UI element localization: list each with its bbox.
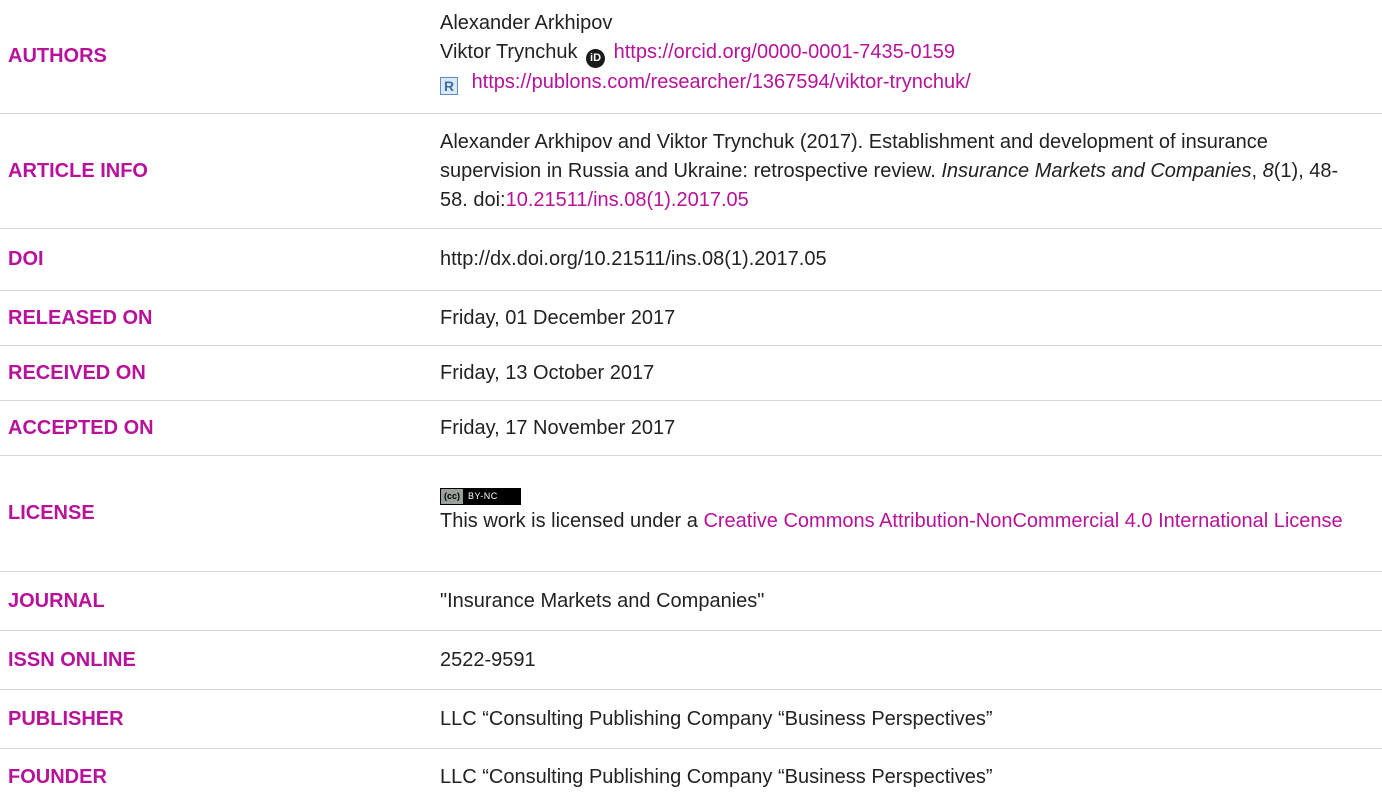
founder-row: FOUNDER LLC “Consulting Publishing Compa… xyxy=(0,749,1382,805)
publons-icon[interactable]: R xyxy=(440,76,458,95)
citation-volume: 8 xyxy=(1262,159,1274,182)
license-value: (cc) BY-NC This work is licensed under a… xyxy=(440,488,1382,535)
released-value: Friday, 01 December 2017 xyxy=(440,306,676,329)
founder-value: LLC “Consulting Publishing Company “Busi… xyxy=(440,765,993,788)
license-intro: This work is licensed under a xyxy=(440,510,704,533)
released-row: RELEASED ON Friday, 01 December 2017 xyxy=(0,291,1382,346)
citation-text: Alexander Arkhipov and Viktor Trynchuk (… xyxy=(440,128,1382,215)
authors-value: Alexander Arkhipov Viktor Trynchuk iD ht… xyxy=(440,9,1382,97)
journal-row: JOURNAL "Insurance Markets and Companies… xyxy=(0,572,1382,631)
license-label: LICENSE xyxy=(8,502,95,524)
cc-badge-text: BY-NC xyxy=(463,489,520,505)
cc-logo-icon: (cc) xyxy=(441,489,464,505)
issn-label: ISSN ONLINE xyxy=(8,648,136,671)
accepted-row: ACCEPTED ON Friday, 17 November 2017 xyxy=(0,401,1382,456)
doi-link[interactable]: 10.21511/ins.08(1).2017.05 xyxy=(506,189,749,211)
publisher-row: PUBLISHER LLC “Consulting Publishing Com… xyxy=(0,690,1382,749)
accepted-value: Friday, 17 November 2017 xyxy=(440,416,676,439)
author-name: Alexander Arkhipov xyxy=(440,11,613,34)
cc-license-badge[interactable]: (cc) BY-NC xyxy=(440,488,521,506)
received-value: Friday, 13 October 2017 xyxy=(440,361,655,384)
accepted-label: ACCEPTED ON xyxy=(8,416,154,439)
license-badge-line: (cc) BY-NC xyxy=(440,488,1352,507)
author-name: Viktor Trynchuk xyxy=(440,40,578,63)
citation-journal: Insurance Markets and Companies xyxy=(941,159,1252,182)
article-metadata-table: AUTHORS Alexander Arkhipov Viktor Trynch… xyxy=(0,0,1382,805)
doi-label: DOI xyxy=(8,248,44,270)
released-label: RELEASED ON xyxy=(8,306,153,329)
journal-value: "Insurance Markets and Companies" xyxy=(440,589,765,612)
article-info-label: ARTICLE INFO xyxy=(8,159,148,182)
journal-label: JOURNAL xyxy=(8,589,105,612)
doi-row: DOI http://dx.doi.org/10.21511/ins.08(1)… xyxy=(0,229,1382,291)
publons-link[interactable]: https://publons.com/researcher/1367594/v… xyxy=(472,71,971,93)
doi-value: http://dx.doi.org/10.21511/ins.08(1).201… xyxy=(440,248,827,271)
license-text: This work is licensed under a Creative C… xyxy=(440,507,1352,535)
issn-value: 2522-9591 xyxy=(440,648,536,671)
received-label: RECEIVED ON xyxy=(8,361,146,384)
founder-label: FOUNDER xyxy=(8,765,107,788)
license-row: LICENSE (cc) BY-NC This work is licensed… xyxy=(0,456,1382,572)
publisher-label: PUBLISHER xyxy=(8,707,124,730)
article-info-row: ARTICLE INFO Alexander Arkhipov and Vikt… xyxy=(0,114,1382,229)
publisher-value: LLC “Consulting Publishing Company “Busi… xyxy=(440,707,993,730)
publons-line: R https://publons.com/researcher/1367594… xyxy=(440,68,1352,97)
received-row: RECEIVED ON Friday, 13 October 2017 xyxy=(0,346,1382,401)
authors-row: AUTHORS Alexander Arkhipov Viktor Trynch… xyxy=(0,0,1382,114)
authors-label: AUTHORS xyxy=(8,45,107,67)
license-link[interactable]: Creative Commons Attribution-NonCommerci… xyxy=(703,510,1342,532)
issn-row: ISSN ONLINE 2522-9591 xyxy=(0,631,1382,690)
orcid-link[interactable]: https://orcid.org/0000-0001-7435-0159 xyxy=(614,41,955,63)
citation-comma: , xyxy=(1251,159,1263,182)
author-line: Viktor Trynchuk iD https://orcid.org/000… xyxy=(440,38,1352,68)
orcid-icon[interactable]: iD xyxy=(586,48,606,68)
